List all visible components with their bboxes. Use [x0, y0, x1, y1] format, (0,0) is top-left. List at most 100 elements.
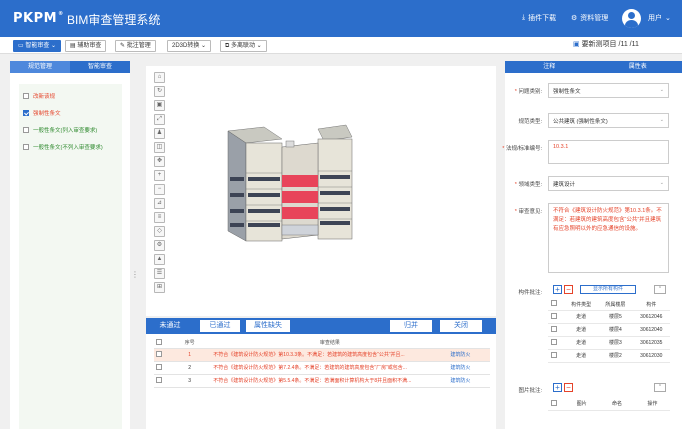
filter-item[interactable]: 一般性条文(不列入审查要求): [23, 143, 122, 151]
tab-passed[interactable]: 已通过: [200, 320, 240, 332]
problem-type-select[interactable]: 强制性条文 ⌄: [548, 83, 669, 98]
rule-no-input[interactable]: 10.3.1: [548, 140, 669, 164]
select-all-checkbox[interactable]: [156, 338, 162, 345]
table-row[interactable]: 走道 楼层3 30612035: [548, 336, 670, 350]
results-panel: 未通过 已通过 属性缺失 归并 关闭 序号 审查结果 1 不符合《建筑设计防火规…: [146, 318, 496, 429]
building-model[interactable]: [224, 117, 354, 249]
2d3d-convert-button[interactable]: 2D3D转换 ⌄: [167, 40, 212, 52]
tab-smart-review[interactable]: 智能审查: [70, 61, 130, 73]
opinion-textarea[interactable]: 不符合《建筑设计防火规范》第10.3.1条。不满足：若建筑的建筑高度包含“公共”…: [548, 203, 669, 273]
tag-icon[interactable]: ◇: [154, 226, 165, 237]
row-checkbox[interactable]: [156, 363, 162, 370]
walk-icon[interactable]: ♟: [154, 128, 165, 139]
category-link[interactable]: 建筑防火: [448, 348, 490, 362]
category-link[interactable]: 建筑防火: [448, 374, 490, 388]
filter-item[interactable]: 一般性条文(列入审查要求): [23, 126, 122, 134]
gear-icon: ⚙: [571, 15, 578, 22]
row-checkbox[interactable]: [551, 325, 557, 332]
grid-icon[interactable]: ⊞: [154, 282, 165, 293]
row-checkbox[interactable]: [551, 312, 557, 319]
select-all-checkbox[interactable]: [551, 399, 557, 406]
materials-link[interactable]: ⚙ 资料管理: [571, 13, 608, 23]
section-icon[interactable]: ◫: [154, 142, 165, 153]
filter-item[interactable]: 改新该规: [23, 92, 122, 100]
add-image-button[interactable]: +: [553, 383, 562, 392]
multi-link-button[interactable]: ⧉ 多离联动 ⌄: [220, 40, 267, 52]
checkbox[interactable]: [23, 110, 29, 116]
row-checkbox[interactable]: [551, 351, 557, 358]
pkpm-logo: PKPM®: [13, 11, 64, 26]
opinion-label: * 审查意见:: [514, 209, 542, 215]
checkbox[interactable]: [23, 127, 29, 133]
review-type-select[interactable]: 建筑设计 ⌄: [548, 176, 669, 191]
zoom-out-icon[interactable]: −: [154, 184, 165, 195]
pan-icon[interactable]: ✥: [154, 156, 165, 167]
component-label: 构件批注:: [518, 290, 542, 296]
row-checkbox[interactable]: [551, 338, 557, 345]
top-bar: PKPM® BIM审查管理系统 ⤓ 插件下载 ⚙ 资料管理 用户 ⌄: [0, 0, 682, 37]
home-icon[interactable]: ⌂: [154, 72, 165, 83]
results-tabbar: 未通过 已通过 属性缺失 归并 关闭: [146, 318, 496, 334]
remove-image-button[interactable]: −: [564, 383, 573, 392]
table-row[interactable]: 走道 楼层5 30612046: [548, 310, 670, 324]
assist-review-button[interactable]: ▤ 辅助审查: [65, 40, 107, 52]
filter-item[interactable]: 强制性条文: [23, 109, 122, 117]
download-icon: ⤓: [522, 14, 526, 21]
smart-review-button[interactable]: ▭ 智能审查 ⌄: [13, 40, 62, 52]
rule-type-select[interactable]: 公共建筑 (强制性条文) ⌄: [548, 113, 669, 128]
tab-missing-attr[interactable]: 属性缺失: [246, 320, 290, 332]
settings-icon[interactable]: ⚙: [154, 240, 165, 251]
table-row[interactable]: 走道 楼层2 30612030: [548, 349, 670, 363]
checkbox[interactable]: [23, 93, 29, 99]
row-checkbox[interactable]: [156, 376, 162, 383]
tab-attributes[interactable]: 属性表: [594, 61, 682, 73]
rule-type-label: 规范类型:: [518, 119, 542, 125]
tab-annotation[interactable]: 注释: [505, 61, 594, 73]
select-all-checkbox[interactable]: [551, 300, 557, 307]
component-table: 构件类型 所属楼层 构件 走道 楼层5 30612046 走道 楼层4 3061…: [548, 299, 670, 363]
toolbar: ▭ 智能审查 ⌄ ▤ 辅助审查 ✎ 批注管理 2D3D转换 ⌄ ⧉ 多离联动 ⌄…: [0, 37, 682, 54]
table-row[interactable]: 1 不符合《建筑设计防火规范》第10.3.3条。不满足：若建筑的建筑高度包含“公…: [154, 348, 490, 362]
table-row[interactable]: 3 不符合《建筑设计防火规范》第5.5.4条。不满足：若满面积计算机构大于8并且…: [154, 374, 490, 388]
tab-failed[interactable]: 未通过: [150, 320, 190, 332]
add-component-button[interactable]: +: [553, 285, 562, 294]
user-avatar[interactable]: [622, 9, 641, 28]
annotation-button[interactable]: ✎ 批注管理: [115, 40, 156, 52]
collapse-images-button[interactable]: ⌃: [654, 383, 666, 392]
result-text: 不符合《建筑设计防火规范》第5.5.4条。不满足：若满面积计算机构大于8并且面积…: [211, 374, 449, 388]
props-icon[interactable]: ☰: [154, 268, 165, 279]
rule-no-label: * 法规/标准编号:: [502, 146, 542, 152]
collapse-button[interactable]: 归并: [390, 320, 432, 332]
zoom-in-icon[interactable]: +: [154, 170, 165, 181]
tab-rules[interactable]: 规范管理: [10, 61, 70, 73]
left-panel: 规范管理 智能审查 改新该规 强制性条文 一般性条文(列入审查要求) 一般性条文…: [10, 61, 130, 429]
image-table: 图片 命名 操作: [548, 398, 670, 411]
col-result: 审查结果: [211, 338, 449, 349]
close-button[interactable]: 关闭: [440, 320, 482, 332]
user-menu[interactable]: 用户 ⌄: [648, 13, 671, 23]
chevron-down-icon: ⌄: [665, 15, 671, 22]
result-text: 不符合《建筑设计防火规范》第7.2.4条。不满足：若建筑的建筑高度包含“厂房”或…: [211, 361, 449, 375]
table-row[interactable]: 走道 楼层4 30612040: [548, 323, 670, 337]
show-all-components-button[interactable]: 显示所有构件: [580, 285, 636, 294]
floor-icon[interactable]: ▲: [154, 254, 165, 265]
col-action: [448, 338, 490, 349]
table-row[interactable]: 2 不符合《建筑设计防火规范》第7.2.4条。不满足：若建筑的建筑高度包含“厂房…: [154, 361, 490, 375]
measure-icon[interactable]: ⊿: [154, 198, 165, 209]
resize-handle-left[interactable]: ⋮: [131, 270, 139, 279]
review-type-label: * 领域类型:: [514, 182, 542, 188]
remove-component-button[interactable]: −: [564, 285, 573, 294]
image-label: 图片批注:: [518, 388, 542, 394]
collapse-components-button[interactable]: ⌃: [654, 285, 666, 294]
rotate-icon[interactable]: ↻: [154, 86, 165, 97]
results-table: 序号 审查结果 1 不符合《建筑设计防火规范》第10.3.3条。不满足：若建筑的…: [154, 338, 490, 388]
checkbox[interactable]: [23, 144, 29, 150]
filter-list: 改新该规 强制性条文 一般性条文(列入审查要求) 一般性条文(不列入审查要求): [19, 84, 122, 429]
layers-icon[interactable]: ≡: [154, 212, 165, 223]
category-link[interactable]: 建筑防火: [448, 361, 490, 375]
row-checkbox[interactable]: [156, 350, 162, 357]
plugin-download-link[interactable]: ⤓ 插件下载: [522, 13, 556, 23]
box-icon[interactable]: ▣: [154, 100, 165, 111]
fit-icon[interactable]: ⤢: [154, 114, 165, 125]
col-index: 序号: [168, 338, 212, 349]
